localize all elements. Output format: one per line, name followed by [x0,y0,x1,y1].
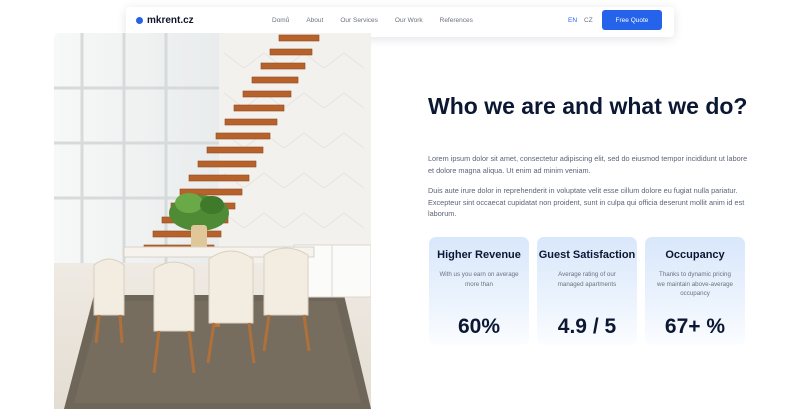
stat-value: 67+ % [664,315,726,338]
menu-item-services[interactable]: Our Services [340,17,378,24]
stat-card-occupancy: Occupancy Thanks to dynamic pricing we m… [645,237,745,345]
stat-description: Average rating of our managed apartments [557,271,617,288]
stat-description: Thanks to dynamic pricing we maintain ab… [656,271,733,297]
free-quote-button[interactable]: Free Quote [602,10,662,30]
stat-card-satisfaction: Guest Satisfaction Average rating of our… [537,237,637,345]
menu-item-home[interactable]: Domů [272,17,289,24]
stat-title: Guest Satisfaction [538,249,636,261]
intro-paragraph-2: Duis aute irure dolor in reprehenderit i… [428,186,745,218]
main-menu: Domů About Our Services Our Work Referen… [272,17,490,24]
stat-value: 60% [457,315,501,338]
language-en-link[interactable]: EN [568,17,577,24]
brand-logo[interactable]: mkrent.cz [136,15,194,26]
staircase-dining-illustration [54,33,371,409]
interior-photo [54,33,371,409]
stat-card-revenue: Higher Revenue With us you earn on avera… [429,237,529,345]
stat-value: 4.9 / 5 [557,315,617,338]
brand-name: mkrent.cz [147,15,194,26]
intro-paragraph-1: Lorem ipsum dolor sit amet, consectetur … [428,154,748,175]
menu-item-references[interactable]: References [440,17,473,24]
brand-dot-icon [136,17,143,24]
language-cz-link[interactable]: CZ [584,17,593,24]
section-title: Who we are and what we do? [428,93,748,119]
menu-item-work[interactable]: Our Work [395,17,423,24]
menu-item-about[interactable]: About [306,17,323,24]
stat-description: With us you earn on average more than [439,271,519,288]
stat-title: Higher Revenue [437,249,521,261]
stat-title: Occupancy [665,249,725,261]
